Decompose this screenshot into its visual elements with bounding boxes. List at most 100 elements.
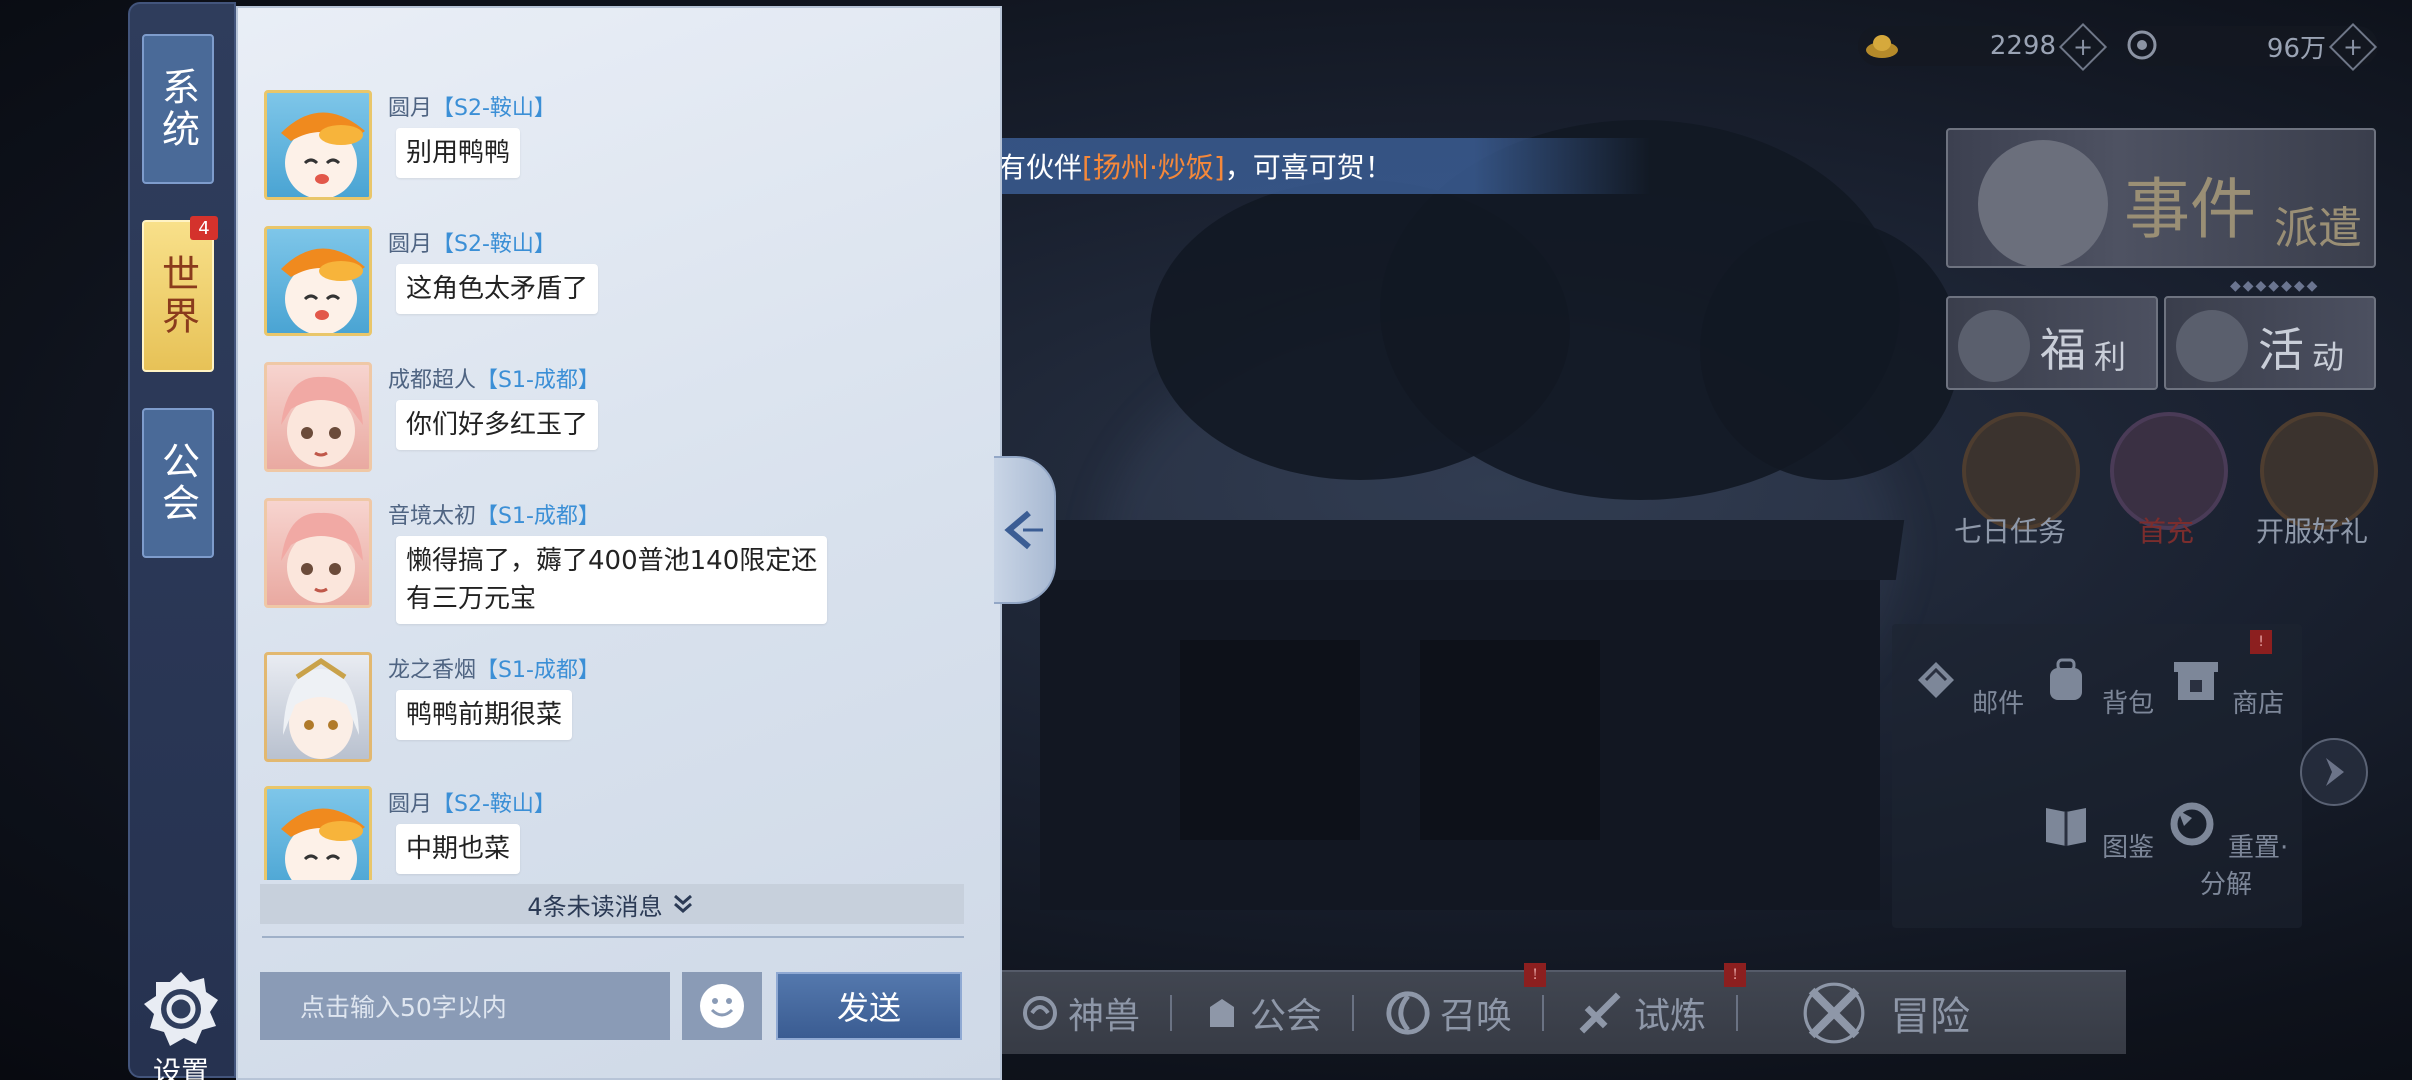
sender-name[interactable]: 成都超人 [388,368,476,393]
chat-tabs: 系统 世界 4 公会 [128,2,236,1078]
nav-divider [1170,995,1173,1031]
summon-icon [1386,991,1430,1035]
settings-label: 设置 [152,1055,209,1080]
sender-name[interactable]: 圆月 [388,792,432,817]
message-bubble: 中期也菜 [396,824,521,874]
nav-adventure[interactable]: 冒险 [1802,981,1970,1045]
message-bubble: 你们好多红玉了 [396,400,599,450]
coin-icon [2127,30,2157,60]
send-label: 发送 [836,989,901,1027]
sender-server: 【S2-鞍山】 [432,96,556,121]
nav-trial[interactable]: 试炼 ! [1574,963,1747,1039]
pink-hair-avatar[interactable] [264,498,372,608]
duck-avatar[interactable] [264,226,372,336]
divider [262,936,964,938]
welfare-button[interactable]: 福 利 [1946,296,2158,390]
welfare-label-small: 利 [2094,338,2127,376]
broadcast-highlight: [扬州·炒饭] [1082,151,1225,184]
sender-server: 【S2-鞍山】 [432,232,556,257]
beast-icon [1023,996,1057,1030]
shop-label: 商店 [2232,689,2285,719]
nav-summon[interactable]: 召唤 ! [1384,963,1547,1039]
sender-name[interactable]: 龙之香烟 [388,658,476,683]
expand-menu-button[interactable] [2300,738,2368,806]
send-button[interactable]: 发送 [776,972,962,1040]
nav-divider [1542,995,1545,1031]
white-hair-avatar[interactable] [264,652,372,762]
message-bubble: 别用鸭鸭 [396,128,521,178]
nav-beast[interactable]: 神兽 [1020,987,1140,1039]
broadcast-suffix: ，可喜可贺！ [1224,151,1393,184]
banner-title: 事件 [2124,171,2256,248]
nav-summon-label: 召唤 [1440,996,1513,1037]
gold-currency: 2298 + [1858,22,2108,72]
sender-server: 【S1-成都】 [476,504,600,529]
character-portrait [1978,140,2108,266]
gear-icon [144,972,218,1046]
event-dispatch-banner[interactable]: 事件 派遣 [1946,128,2376,268]
nav-guild[interactable]: 公会 [1202,987,1322,1039]
sender-server: 【S1-成都】 [476,658,600,683]
nav-guild-label: 公会 [1250,996,1323,1037]
banner-subtitle: 派遣 [2274,203,2362,254]
collapse-chat-button[interactable] [994,456,1056,604]
guild-icon [1210,999,1235,1027]
activity-button[interactable]: 活 动 [2164,296,2376,390]
tab-guild-label: 公会 [155,441,200,525]
settings-button[interactable]: 设置 [134,968,228,1080]
activity-label-small: 动 [2312,338,2345,376]
bag-label: 背包 [2102,689,2155,719]
bag-button[interactable]: 背包 [2036,652,2156,720]
mail-button[interactable]: 邮件 [1906,652,2026,720]
message-bubble: 懒得搞了，薅了400普池140限定还 有三万元宝 [396,536,828,624]
sender-name[interactable]: 圆月 [388,232,432,257]
chevron-left-icon [1004,510,1043,550]
banner-page-dots: ◆◆◆◆◆◆◆ [2230,278,2320,294]
arrow-right-icon [2326,758,2344,786]
tab-guild[interactable]: 公会 [142,408,214,558]
world-unread-badge: 4 [190,216,218,240]
seven-day-task-label[interactable]: 七日任务 [1954,510,2066,550]
gold-amount: 2298 [1989,31,2056,61]
mail-icon [1917,662,1954,698]
nav-divider [1736,995,1739,1031]
bag-icon [2049,658,2082,700]
nav-adventure-label: 冒险 [1890,994,1971,1040]
tab-world-label: 世界 [155,254,200,338]
sender-name[interactable]: 音境太初 [388,504,476,529]
opening-gift-label[interactable]: 开服好礼 [2256,510,2368,550]
mail-label: 邮件 [1972,689,2025,719]
sender-name[interactable]: 圆月 [388,96,432,121]
shop-badge: ! [2250,630,2272,654]
gold-ingot-icon [1866,35,1898,58]
codex-button[interactable]: 图鉴 [2036,796,2156,864]
tab-world[interactable]: 世界 [142,220,214,372]
chat-input[interactable]: 点击输入50字以内 [260,972,670,1040]
first-recharge-label[interactable]: 首充 [2138,510,2194,550]
tab-system-label: 系统 [155,67,200,151]
unread-messages-button[interactable]: 4条未读消息 [260,884,964,924]
message-line: 懒得搞了，薅了400普池140限定还 [406,546,818,576]
duck-avatar[interactable] [264,90,372,200]
reset-decompose-button[interactable]: 重置·分解 [2156,796,2296,901]
message-line: 有三万元宝 [406,584,537,614]
chat-message-clip: 圆月【S2-鞍山】 中期也菜 [264,784,964,880]
sender-server: 【S1-成都】 [476,368,600,393]
chat-input-placeholder: 点击输入50字以内 [300,993,507,1022]
emoji-button[interactable] [682,972,762,1040]
pink-hair-avatar[interactable] [264,362,372,472]
summon-badge: ! [1524,963,1547,987]
bottom-navigation: 神兽 公会 召唤 ! 试炼 ! 冒险 [1002,963,2126,1054]
activity-icon [2176,310,2248,382]
unread-label: 4条未读消息 [527,892,663,921]
duck-avatar[interactable] [264,786,372,880]
adventure-icon [1803,982,1865,1044]
shop-button[interactable]: 商店 [2166,652,2286,720]
tab-system[interactable]: 系统 [142,34,214,184]
sender-server: 【S2-鞍山】 [432,792,556,817]
nav-trial-label: 试炼 [1634,996,1707,1037]
codex-label: 图鉴 [2102,833,2155,863]
nav-divider [1352,995,1355,1031]
activity-label: 活 [2258,323,2304,377]
message-bubble: 这角色太矛盾了 [396,264,599,314]
